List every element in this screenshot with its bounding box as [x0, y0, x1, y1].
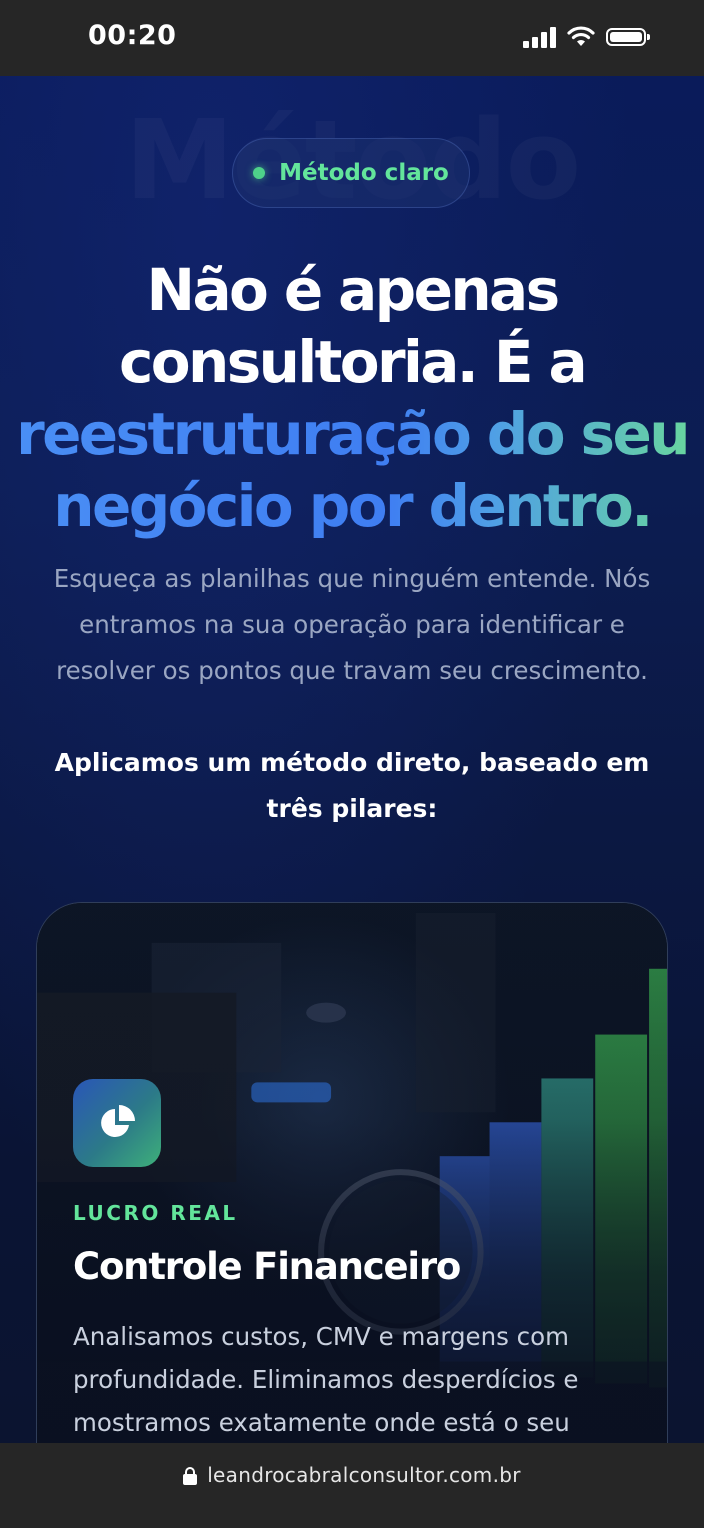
lock-icon [183, 1467, 198, 1485]
hero-section: Método Método claro Não é apenas consult… [0, 76, 704, 1443]
badge-label: Método claro [279, 160, 449, 186]
status-time: 00:20 [88, 20, 177, 51]
browser-url-bar[interactable]: leandrocabralconsultor.com.br [0, 1443, 704, 1528]
status-bar: 00:20 [0, 0, 704, 76]
url-text[interactable]: leandrocabralconsultor.com.br [207, 1463, 521, 1487]
hero-subtitle: Esqueça as planilhas que ninguém entende… [53, 564, 651, 685]
headline-line-4: negócio por dentro. [0, 470, 704, 542]
card-description: Analisamos custos, CMV e margens com pro… [73, 1322, 579, 1437]
status-icons [523, 24, 650, 50]
badge-dot-icon [253, 167, 266, 179]
headline-line-1: Não é apenas [146, 256, 561, 324]
card-title: Controle Financeiro [73, 1245, 461, 1288]
headline-line-3: reestruturação do seu [0, 398, 704, 470]
pillar-card-financial[interactable]: LUCRO REAL Controle Financeiro Analisamo… [36, 902, 668, 1443]
method-badge: Método claro [232, 138, 470, 208]
headline: Não é apenas consultoria. É a reestrutur… [0, 254, 704, 542]
wifi-icon [567, 26, 595, 46]
card-kicker: LUCRO REAL [73, 1201, 238, 1225]
pie-chart-icon [73, 1079, 161, 1167]
pillars-intro: Aplicamos um método direto, baseado em t… [54, 748, 650, 823]
headline-line-2: consultoria. É a [119, 328, 588, 396]
battery-icon [606, 28, 650, 46]
cellular-signal-icon [523, 26, 556, 48]
